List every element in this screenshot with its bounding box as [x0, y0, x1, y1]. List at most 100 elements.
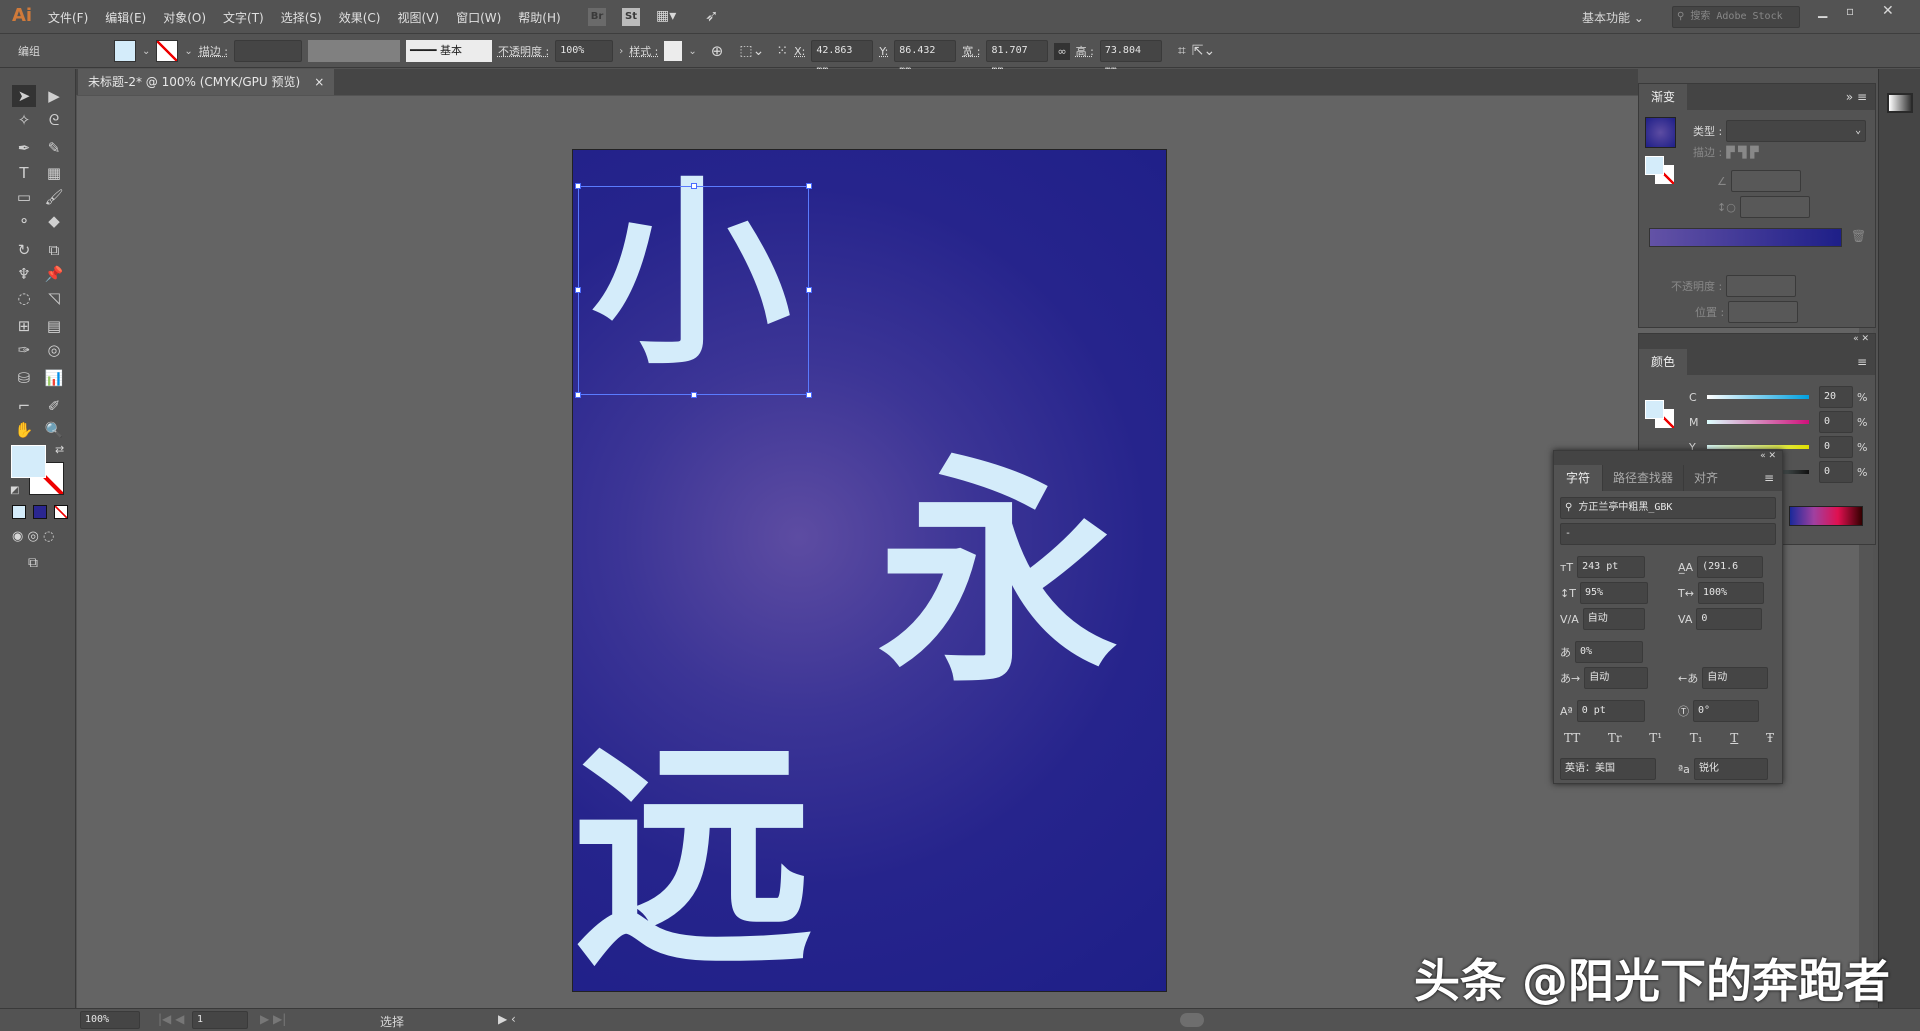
fill-swatch[interactable]: [114, 40, 136, 62]
stroke-swatch[interactable]: [156, 40, 179, 62]
text-char-yuan[interactable]: 远: [573, 738, 813, 978]
menu-type[interactable]: 文字(T): [223, 9, 264, 26]
resize-handle[interactable]: [691, 392, 697, 398]
resize-handle[interactable]: [806, 287, 812, 293]
stock-button[interactable]: St: [622, 8, 640, 26]
yellow-input[interactable]: 0: [1819, 436, 1853, 458]
menu-window[interactable]: 窗口(W): [456, 9, 501, 26]
zoom-level-select[interactable]: 100%: [80, 1011, 140, 1029]
tracking-input[interactable]: 0: [1696, 608, 1763, 630]
all-caps-button[interactable]: TT: [1564, 731, 1580, 745]
pin-tool-icon[interactable]: 📌: [42, 263, 66, 285]
artboard-number-select[interactable]: 1: [192, 1011, 248, 1029]
tab-character[interactable]: 字符: [1554, 465, 1603, 491]
shaper-tool-icon[interactable]: ⚬: [12, 210, 36, 232]
color-fill-swatch[interactable]: [1645, 400, 1664, 419]
curvature-tool-icon[interactable]: ✎: [42, 137, 66, 159]
artboard-nav-next[interactable]: ▶ ▶|: [260, 1012, 286, 1026]
symbol-sprayer-tool-icon[interactable]: ⛁: [12, 367, 36, 389]
y-input[interactable]: 86.432 mm: [894, 40, 957, 76]
paintbrush-tool-icon[interactable]: 🖌: [42, 186, 66, 208]
default-colors-icon[interactable]: ◩: [10, 485, 19, 496]
horizontal-scrollbar-thumb[interactable]: [1180, 1013, 1204, 1027]
character-rotation-input[interactable]: 0°: [1693, 700, 1759, 722]
leading-input[interactable]: (291.6: [1697, 556, 1764, 578]
panel-collapse-icon[interactable]: « ✕: [1639, 334, 1875, 349]
vertical-scale-input[interactable]: 95%: [1579, 582, 1648, 604]
style-label[interactable]: 样式 :: [629, 43, 658, 59]
magic-wand-tool-icon[interactable]: ✧: [12, 109, 36, 131]
bridge-button[interactable]: Br: [588, 8, 606, 26]
stop-position-input[interactable]: [1728, 301, 1799, 323]
panel-menu-icon[interactable]: ≡: [1764, 471, 1782, 485]
chevron-down-icon[interactable]: ⌄: [184, 46, 192, 57]
resize-handle[interactable]: [806, 392, 812, 398]
hand-tool-icon[interactable]: ✋: [12, 419, 36, 441]
stroke-gradient-buttons[interactable]: ▛ ▜ ▛: [1726, 146, 1758, 159]
graphic-style-swatch[interactable]: [664, 41, 683, 61]
artboard[interactable]: 小 永 远: [572, 149, 1167, 992]
gpu-rocket-icon[interactable]: ➶: [705, 6, 718, 25]
lasso-tool-icon[interactable]: ᘓ: [42, 109, 66, 131]
panel-collapse-icon[interactable]: « ✕: [1554, 451, 1782, 465]
font-family-select[interactable]: ⚲ 方正兰亭中粗黑_GBK: [1560, 497, 1776, 519]
mesh-tool-icon[interactable]: ⊞: [12, 315, 36, 337]
cyan-slider[interactable]: [1707, 395, 1809, 399]
resize-handle[interactable]: [575, 392, 581, 398]
gradient-tab[interactable]: 渐变: [1639, 84, 1688, 110]
align-to-icon[interactable]: ⬚⌄: [739, 43, 764, 59]
workspace-switcher[interactable]: 基本功能 ⌄: [1582, 9, 1644, 26]
strikethrough-button[interactable]: Ŧ: [1766, 731, 1774, 745]
current-tool-status[interactable]: 选择: [380, 1013, 404, 1030]
resize-handle[interactable]: [806, 183, 812, 189]
pen-tool-icon[interactable]: ✒: [12, 137, 36, 159]
cyan-input[interactable]: 20: [1819, 386, 1853, 408]
menu-select[interactable]: 选择(S): [281, 9, 322, 26]
column-graph-tool-icon[interactable]: 📊: [42, 367, 66, 389]
font-size-input[interactable]: 243 pt: [1577, 556, 1646, 578]
angle-input[interactable]: [1730, 170, 1801, 192]
menu-effect[interactable]: 效果(C): [339, 9, 381, 26]
stroke-label[interactable]: 描边 :: [199, 43, 228, 59]
brush-definition[interactable]: ━━━━ 基本: [405, 40, 492, 62]
reference-point-icon[interactable]: ⁙: [776, 43, 788, 59]
aki-left-select[interactable]: 自动: [1584, 667, 1649, 689]
minimize-button[interactable]: ▁: [1818, 4, 1827, 18]
tab-pathfinder[interactable]: 路径查找器: [1602, 465, 1683, 491]
aspect-ratio-input[interactable]: [1739, 196, 1810, 218]
text-char-yong[interactable]: 永: [878, 455, 1118, 695]
color-tab[interactable]: 颜色: [1639, 349, 1688, 375]
font-style-select[interactable]: -: [1560, 523, 1776, 545]
panel-menu-icon[interactable]: » ≡: [1846, 90, 1875, 104]
tsume-input[interactable]: 0%: [1575, 641, 1643, 663]
menu-view[interactable]: 视图(V): [397, 9, 439, 26]
menu-edit[interactable]: 编辑(E): [105, 9, 146, 26]
close-window-button[interactable]: ✕: [1882, 3, 1894, 19]
language-select[interactable]: 英语：美国: [1560, 758, 1656, 780]
superscript-button[interactable]: T¹: [1649, 731, 1662, 745]
aki-right-select[interactable]: 自动: [1702, 667, 1769, 689]
resize-handle[interactable]: [575, 183, 581, 189]
rotate-tool-icon[interactable]: ↻: [12, 239, 36, 261]
gradient-fill-swatch[interactable]: [1645, 156, 1664, 175]
resize-handle[interactable]: [691, 183, 697, 189]
eyedropper-tool-icon[interactable]: ✑: [12, 339, 36, 361]
draw-mode-icon[interactable]: ◉ ◎ ◌: [12, 529, 54, 544]
puppet-warp-tool-icon[interactable]: ♆: [12, 263, 36, 285]
status-menu-arrow[interactable]: ▶ ‹: [498, 1012, 516, 1026]
color-spectrum[interactable]: [1789, 506, 1863, 526]
panel-menu-icon[interactable]: ≡: [1857, 355, 1875, 369]
blend-tool-icon[interactable]: ◎: [42, 339, 66, 361]
yellow-slider[interactable]: [1707, 445, 1809, 449]
stop-opacity-input[interactable]: [1726, 275, 1797, 297]
arrange-documents-icon[interactable]: ▦▾: [656, 8, 676, 24]
chevron-down-icon[interactable]: ⌄: [142, 46, 150, 57]
selection-bounding-box[interactable]: [575, 183, 812, 398]
stroke-weight-input[interactable]: [233, 40, 302, 62]
variable-width-profile[interactable]: [307, 40, 400, 62]
gradient-type-select[interactable]: ⌄: [1726, 120, 1867, 142]
eraser-tool-icon[interactable]: ◆: [42, 210, 66, 232]
swap-colors-icon[interactable]: ⇄: [55, 443, 64, 456]
recolor-artwork-icon[interactable]: ⊕: [711, 42, 724, 60]
tab-align[interactable]: 对齐: [1683, 465, 1728, 491]
